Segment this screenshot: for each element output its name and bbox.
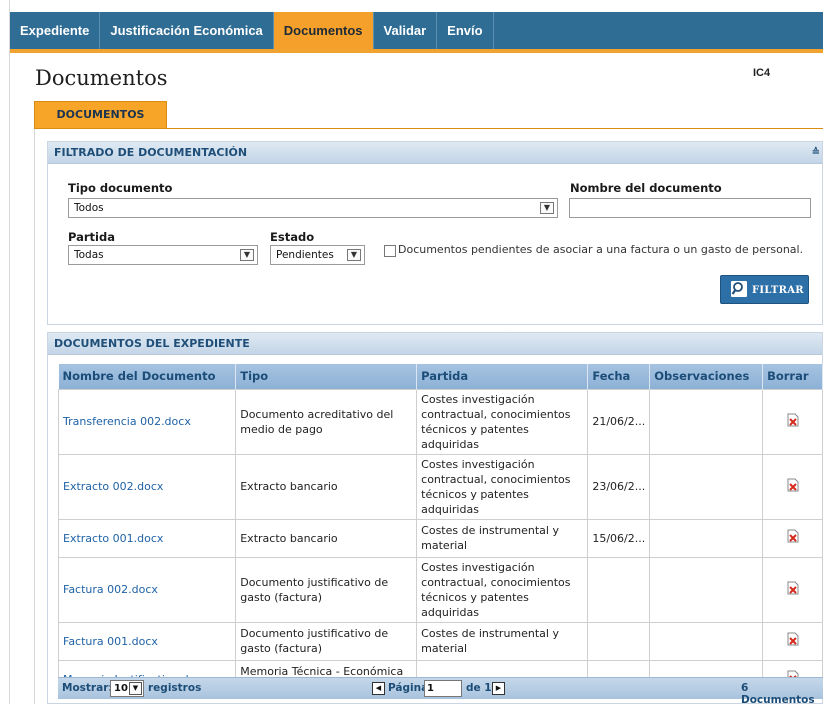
table-row[interactable]: Extracto 001.docx Extracto bancario Costes…	[57, 518, 823, 558]
pendientes-checkbox[interactable]	[384, 245, 396, 257]
delete-doc-icon[interactable]	[787, 632, 799, 646]
doc-observaciones-cell	[649, 621, 764, 661]
filter-panel-header[interactable]: FILTRADO DE DOCUMENTACIÓN ≙	[48, 142, 822, 164]
doc-borrar-cell	[762, 556, 823, 623]
doc-fecha-cell: 23/06/2...	[587, 453, 651, 520]
doc-fecha-cell: 15/06/2...	[587, 518, 651, 558]
nombre-documento-label: Nombre del documento	[570, 181, 722, 195]
delete-doc-icon[interactable]	[787, 413, 799, 427]
total-documents-label: 6 Documentos	[741, 682, 815, 704]
nav-expediente[interactable]: Expediente	[10, 12, 101, 49]
estado-label: Estado	[270, 230, 315, 244]
collapse-icon[interactable]: ≙	[812, 142, 820, 164]
mostrar-label: Mostrar:	[62, 682, 113, 694]
tipo-documento-value: Todos	[74, 202, 104, 214]
doc-partida-cell: Costes investigación contractual, conoci…	[416, 556, 589, 623]
doc-borrar-cell	[762, 453, 823, 520]
doc-tipo-cell: Documento justificativo de gasto (factur…	[235, 556, 418, 623]
doc-tipo-cell: Documento acreditativo del medio de pago	[235, 388, 418, 455]
col-header-tipo[interactable]: Tipo	[235, 364, 418, 389]
table-header-row: Nombre del Documento Tipo Partida Fecha …	[58, 364, 823, 389]
table-footer: Mostrar: 10 ▼ registros ◀ Página 1 de 1 …	[58, 677, 823, 704]
estado-select[interactable]: Pendientes ▼	[270, 245, 365, 265]
doc-borrar-cell	[762, 388, 823, 455]
chevron-down-icon: ▼	[540, 202, 554, 214]
doc-fecha-cell	[587, 621, 651, 661]
page-size-select[interactable]: 10 ▼	[110, 680, 144, 697]
documents-table: Nombre del Documento Tipo Partida Fecha …	[57, 364, 823, 699]
page-code: IC4	[753, 67, 771, 79]
documents-panel-title: DOCUMENTOS DEL EXPEDIENTE	[54, 337, 250, 350]
doc-observaciones-cell	[649, 453, 764, 520]
total-pages-label: de 1	[466, 682, 492, 694]
doc-tipo-cell: Documento justificativo de gasto (factur…	[235, 621, 418, 661]
filtrar-button[interactable]: FILTRAR	[720, 275, 809, 304]
chevron-down-icon: ▼	[347, 249, 361, 261]
documents-panel-header: DOCUMENTOS DEL EXPEDIENTE	[48, 333, 822, 355]
pagina-label: Página	[388, 682, 429, 694]
delete-doc-icon[interactable]	[787, 581, 799, 595]
doc-borrar-cell	[762, 621, 823, 661]
estado-value: Pendientes	[276, 249, 334, 261]
filter-panel: FILTRADO DE DOCUMENTACIÓN ≙	[47, 141, 823, 325]
nav-envio[interactable]: Envío	[437, 12, 494, 49]
filtrar-button-label: FILTRAR	[752, 285, 804, 296]
pendientes-checkbox-label: Documentos pendientes de asociar a una f…	[398, 243, 804, 256]
partida-label: Partida	[68, 230, 115, 244]
table-row[interactable]: Extracto 002.docx Extracto bancario Costes…	[57, 453, 823, 520]
col-header-observaciones[interactable]: Observaciones	[649, 364, 764, 389]
doc-partida-cell: Costes investigación contractual, conoci…	[416, 453, 589, 520]
prev-page-icon[interactable]: ◀	[372, 682, 385, 695]
doc-borrar-cell	[762, 518, 823, 558]
registros-label: registros	[148, 682, 202, 694]
doc-name-link[interactable]: Factura 002.docx	[57, 556, 237, 623]
doc-name-link[interactable]: Factura 001.docx	[57, 621, 237, 661]
doc-fecha-cell	[587, 556, 651, 623]
col-header-borrar: Borrar	[762, 364, 823, 389]
magnifier-icon	[731, 281, 747, 297]
partida-value: Todas	[74, 249, 104, 261]
col-header-nombre[interactable]: Nombre del Documento	[58, 364, 237, 389]
col-header-fecha[interactable]: Fecha	[587, 364, 651, 389]
next-page-icon[interactable]: ▶	[492, 682, 505, 695]
chevron-down-icon: ▼	[240, 249, 254, 261]
doc-partida-cell: Costes de instrumental y material	[416, 518, 589, 558]
nombre-documento-input[interactable]	[569, 198, 811, 218]
nav-justificacion-economica[interactable]: Justificación Económica	[100, 12, 274, 49]
delete-doc-icon[interactable]	[787, 529, 799, 543]
nav-validar[interactable]: Validar	[374, 12, 438, 49]
doc-name-link[interactable]: Extracto 001.docx	[57, 518, 237, 558]
doc-tipo-cell: Extracto bancario	[235, 453, 418, 520]
doc-partida-cell: Costes investigación contractual, conoci…	[416, 388, 589, 455]
partida-select[interactable]: Todas ▼	[68, 245, 258, 265]
top-nav: Expediente Justificación Económica Docum…	[10, 12, 823, 53]
page-size-value: 10	[114, 683, 128, 694]
table-row[interactable]: Transferencia 002.docx Documento acredita…	[57, 388, 823, 455]
nav-documentos[interactable]: Documentos	[273, 12, 374, 49]
doc-observaciones-cell	[649, 556, 764, 623]
doc-observaciones-cell	[649, 518, 764, 558]
filter-panel-title: FILTRADO DE DOCUMENTACIÓN	[54, 146, 248, 159]
doc-name-link[interactable]: Extracto 002.docx	[57, 453, 237, 520]
col-header-partida[interactable]: Partida	[416, 364, 589, 389]
tipo-documento-label: Tipo documento	[68, 181, 173, 195]
table-row[interactable]: Factura 002.docx Documento justificativo …	[57, 556, 823, 623]
chevron-down-icon: ▼	[129, 682, 142, 695]
tab-documentos[interactable]: DOCUMENTOS	[34, 101, 167, 128]
doc-observaciones-cell	[649, 388, 764, 455]
doc-fecha-cell: 21/06/2...	[587, 388, 651, 455]
page-number-input[interactable]: 1	[424, 680, 462, 697]
tipo-documento-select[interactable]: Todos ▼	[68, 198, 558, 218]
doc-tipo-cell: Extracto bancario	[235, 518, 418, 558]
doc-name-link[interactable]: Transferencia 002.docx	[57, 388, 237, 455]
delete-doc-icon[interactable]	[787, 478, 799, 492]
table-row[interactable]: Factura 001.docx Documento justificativo …	[57, 621, 823, 661]
page-title: Documentos	[35, 66, 168, 90]
doc-partida-cell: Costes de instrumental y material	[416, 621, 589, 661]
